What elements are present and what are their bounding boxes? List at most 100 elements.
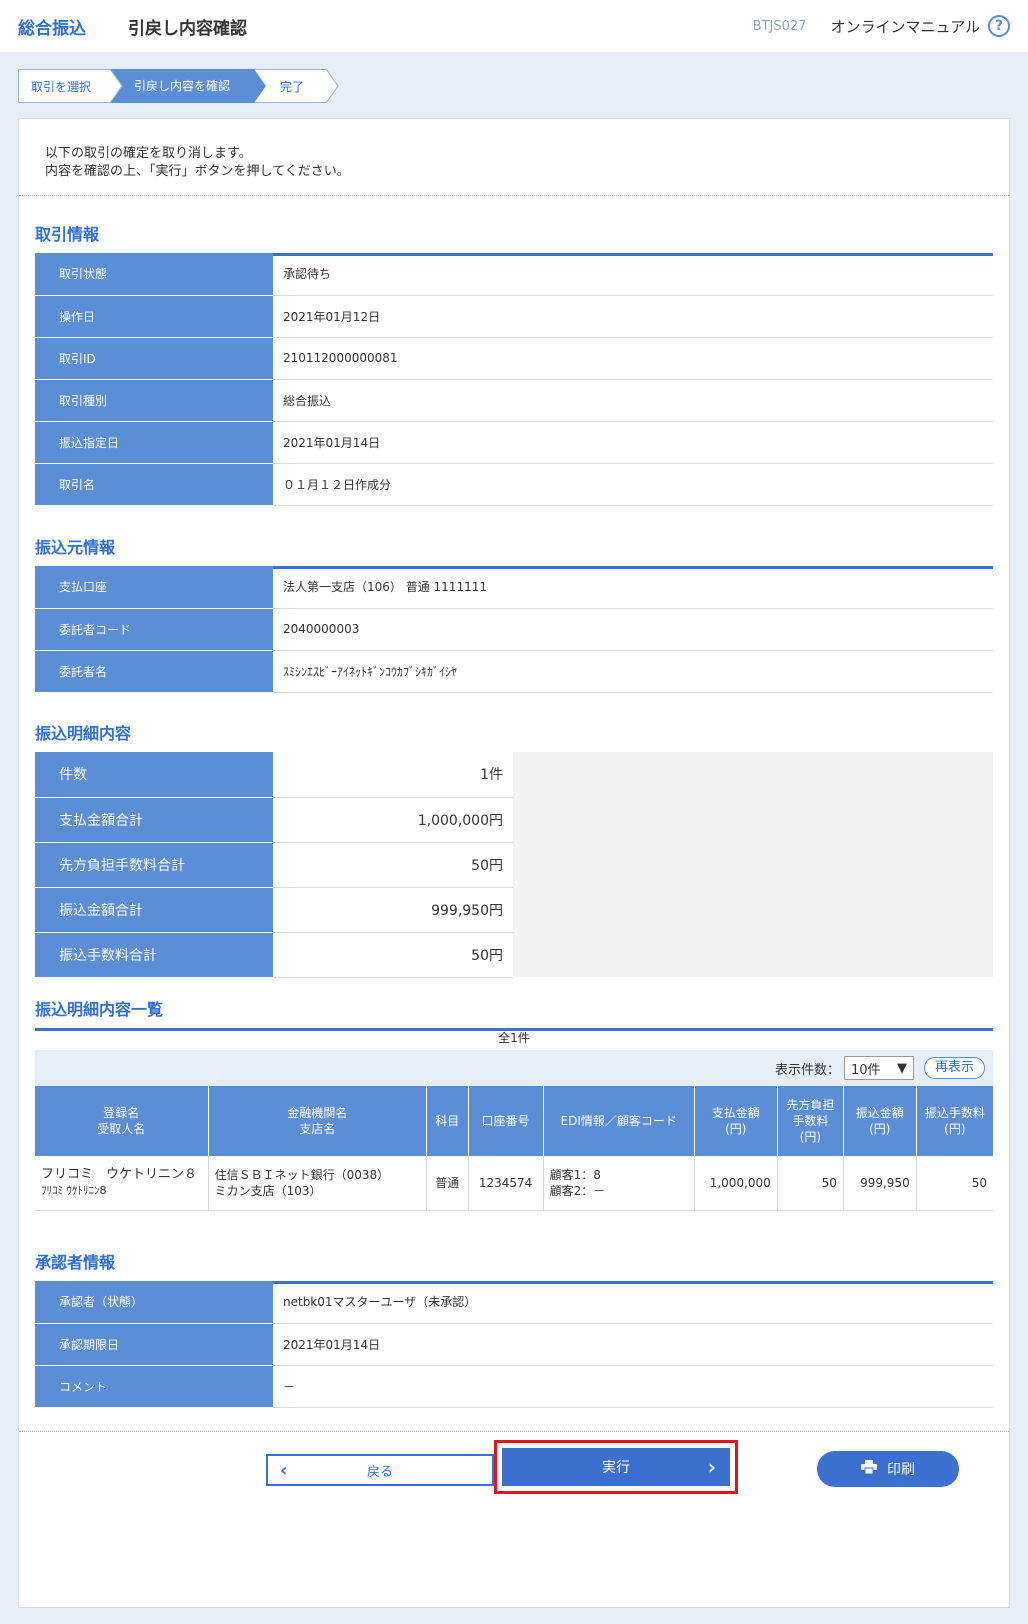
print-button[interactable]: 印刷 <box>817 1451 959 1487</box>
intro-line-2: 内容を確認の上、「実行」ボタンを押してください。 <box>45 164 350 179</box>
row-label: 承認期限日 <box>35 1323 273 1366</box>
row-label: 取引名 <box>35 463 273 506</box>
intro-text: 以下の取引の確定を取り消します。 内容を確認の上、「実行」ボタンを押してください… <box>45 145 350 181</box>
info-row: 取引種別 総合振込 <box>35 379 993 422</box>
cell-fee: 50 <box>777 1156 844 1211</box>
row-label: 取引状態 <box>35 253 273 296</box>
table-header-row: 登録名 受取人名 金融機関名 支店名 科目 口座番号 EDI情報／顧客コード 支払金… <box>35 1086 993 1156</box>
online-manual-link[interactable]: オンラインマニュアル <box>830 16 980 37</box>
row-value: 2021年01月12日 <box>273 295 993 338</box>
approver-info-title: 承認者情報 <box>35 1249 993 1284</box>
row-value: 1件 <box>273 752 513 798</box>
col-type: 科目 <box>426 1086 469 1156</box>
summary-blank <box>513 752 993 977</box>
cell-name: フリコミ ウケトリニン８ ﾌﾘｺﾐ ｳｹﾄﾘﾆﾝ8 <box>35 1156 209 1211</box>
display-count-select[interactable]: 10件 ▼ <box>843 1056 914 1080</box>
chevron-right-icon: › <box>707 1455 716 1479</box>
source-info-table: 支払口座 法人第一支店（106） 普通 1111111 委託者コード 2040000… <box>35 566 993 693</box>
info-row: コメント－ <box>35 1365 993 1408</box>
step-complete: 完了 <box>254 69 326 103</box>
info-row: 取引ID 210112000000081 <box>35 337 993 380</box>
service-name: 総合振込 <box>18 18 86 39</box>
row-value: 50円 <box>273 932 513 978</box>
col-edi: EDI情報／顧客コード <box>543 1086 695 1156</box>
refresh-button[interactable]: 再表示 <box>923 1057 985 1079</box>
row-value: － <box>273 1365 993 1408</box>
info-row: 承認者（状態） netbk01マスターユーザ（未承認） <box>35 1281 993 1324</box>
info-row: 取引名 ０１月１２日作成分 <box>35 463 993 506</box>
cell-type: 普通 <box>426 1156 469 1211</box>
header-right: BTJS027 オンラインマニュアル ? <box>753 15 1010 37</box>
col-fee: 先方負担 手数料 (円) <box>777 1086 844 1156</box>
row-label: 承認者（状態） <box>35 1281 273 1324</box>
page-title: 引戻し内容確認 <box>128 18 247 39</box>
row-label: 委託者名 <box>35 650 273 693</box>
cell-pay: 1,000,000 <box>694 1156 778 1211</box>
detail-list-title: 振込明細内容一覧 <box>35 996 993 1031</box>
row-value: 承認待ち <box>273 253 993 296</box>
print-button-label: 印刷 <box>887 1462 915 1478</box>
col-pay: 支払金額 (円) <box>694 1086 778 1156</box>
divider <box>19 1431 1009 1432</box>
step-confirm-recall: 引戻し内容を確認 <box>110 69 254 103</box>
row-value: 1,000,000円 <box>273 797 513 843</box>
info-row: 振込指定日 2021年01月14日 <box>35 421 993 464</box>
divider <box>19 195 1009 196</box>
transaction-info-title: 取引情報 <box>35 221 993 256</box>
info-row: 操作日 2021年01月12日 <box>35 295 993 338</box>
list-toolbar: 表示件数： 10件 ▼ 再表示 <box>35 1050 993 1086</box>
screen-id: BTJS027 <box>752 18 807 34</box>
dropdown-arrow-icon: ▼ <box>896 1060 907 1076</box>
row-label: 件数 <box>35 752 273 798</box>
top-bar: 総合振込 引戻し内容確認 BTJS027 オンラインマニュアル ? <box>0 0 1028 52</box>
row-value: 50円 <box>273 842 513 888</box>
cell-edi: 顧客1：8 顧客2：－ <box>543 1156 695 1211</box>
summary-row: 件数 1件 <box>35 752 993 977</box>
display-count-label: 表示件数： <box>774 1062 840 1078</box>
col-transfer-fee: 振込手数料 (円) <box>916 1086 993 1156</box>
source-info-title: 振込元情報 <box>35 534 993 569</box>
row-label: 支払口座 <box>35 566 273 609</box>
back-button[interactable]: ‹ 戻る <box>266 1454 494 1486</box>
info-row: 支払口座 法人第一支店（106） 普通 1111111 <box>35 566 993 609</box>
row-value: 総合振込 <box>273 379 993 422</box>
row-label: 支払金額合計 <box>35 797 273 843</box>
printer-icon <box>861 1460 877 1478</box>
execute-button[interactable]: 実行 › <box>502 1448 730 1486</box>
summary-table: 件数 1件 支払金額合計 1,000,000円 先方負担手数料合計 50円 振込金額合… <box>35 752 993 978</box>
col-amount: 振込金額 (円) <box>843 1086 917 1156</box>
row-value: 2021年01月14日 <box>273 421 993 464</box>
intro-line-1: 以下の取引の確定を取り消します。 <box>45 146 252 161</box>
row-label: 振込手数料合計 <box>35 932 273 978</box>
row-label: 先方負担手数料合計 <box>35 842 273 888</box>
row-label: 操作日 <box>35 295 273 338</box>
row-value: 210112000000081 <box>273 337 993 380</box>
row-label: 振込指定日 <box>35 421 273 464</box>
info-row: 委託者名 ｽﾐｼﾝｴｽﾋﾞｰｱｲﾈｯﾄｷﾞﾝｺｳｶﾌﾞｼｷｶﾞｲｼﾔ <box>35 650 993 693</box>
row-label: 取引種別 <box>35 379 273 422</box>
row-value: ０１月１２日作成分 <box>273 463 993 506</box>
approver-info-table: 承認者（状態） netbk01マスターユーザ（未承認） 承認期限日 2021年01月… <box>35 1281 993 1408</box>
table-row: フリコミ ウケトリニン８ ﾌﾘｺﾐ ｳｹﾄﾘﾆﾝ8 住信ＳＢＩネット銀行（0038… <box>35 1156 993 1211</box>
row-label: 取引ID <box>35 337 273 380</box>
step-select-transaction: 取引を選択 <box>18 69 110 103</box>
total-count: 全1件 <box>498 1031 530 1045</box>
help-icon[interactable]: ? <box>988 15 1010 37</box>
row-value: ｽﾐｼﾝｴｽﾋﾞｰｱｲﾈｯﾄｷﾞﾝｺｳｶﾌﾞｼｷｶﾞｲｼﾔ <box>273 650 993 693</box>
summary-title: 振込明細内容 <box>35 720 993 755</box>
cell-amount: 999,950 <box>843 1156 917 1211</box>
row-value: netbk01マスターユーザ（未承認） <box>273 1281 993 1324</box>
info-row: 委託者コード 2040000003 <box>35 608 993 651</box>
main-panel: 以下の取引の確定を取り消します。 内容を確認の上、「実行」ボタンを押してください… <box>18 118 1010 1608</box>
info-row: 取引状態 承認待ち <box>35 253 993 296</box>
col-bank: 金融機関名 支店名 <box>208 1086 428 1156</box>
cell-account: 1234574 <box>468 1156 544 1211</box>
row-label: コメント <box>35 1365 273 1408</box>
display-count-value: 10件 <box>850 1062 881 1078</box>
row-value: 法人第一支店（106） 普通 1111111 <box>273 566 993 609</box>
row-label: 委託者コード <box>35 608 273 651</box>
row-value: 2040000003 <box>273 608 993 651</box>
col-account: 口座番号 <box>468 1086 544 1156</box>
execute-button-label: 実行 <box>602 1460 630 1476</box>
transaction-info-table: 取引状態 承認待ち 操作日 2021年01月12日 取引ID 210112000000… <box>35 253 993 506</box>
